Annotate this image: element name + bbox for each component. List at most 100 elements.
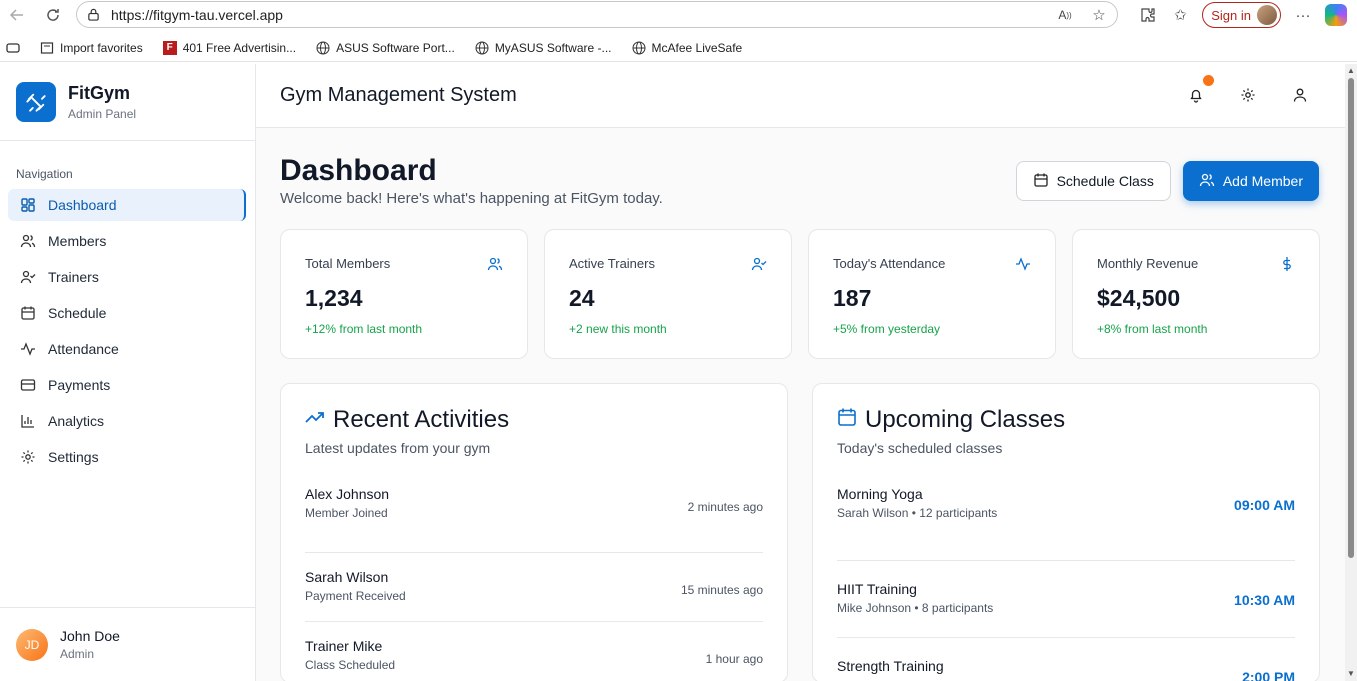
list-item[interactable]: Alex Johnson Member Joined 2 minutes ago	[305, 484, 763, 553]
activity-name: Sarah Wilson	[305, 569, 389, 585]
more-menu-icon[interactable]: ···	[1293, 5, 1313, 25]
activity-time: 2 minutes ago	[687, 500, 763, 514]
dashboard-content: Dashboard Welcome back! Here's what's ha…	[256, 128, 1345, 681]
gear-icon[interactable]	[1239, 86, 1257, 104]
dollar-icon	[1279, 256, 1295, 272]
class-time: 10:30 AM	[1234, 592, 1295, 608]
sidebar-item-schedule[interactable]: Schedule	[8, 297, 246, 329]
lock-icon	[87, 8, 101, 22]
stat-value: $24,500	[1097, 285, 1181, 311]
sidebar: FitGym Admin Panel Navigation Dashboard …	[0, 64, 256, 681]
class-item[interactable]: Strength Training 2:00 PM	[837, 638, 1295, 681]
stat-change: +12% from last month	[305, 322, 423, 336]
favorites-icon[interactable]: ✩	[1170, 5, 1190, 25]
calendar-icon	[1033, 172, 1049, 191]
refresh-icon[interactable]	[38, 1, 68, 29]
scroll-up-arrow-icon[interactable]: ▲	[1346, 66, 1356, 76]
users-icon	[487, 256, 503, 272]
sidebar-item-dashboard[interactable]: Dashboard	[8, 189, 246, 221]
panel-subtitle: Latest updates from your gym	[305, 440, 491, 456]
list-item[interactable]: Sarah Wilson Payment Received 15 minutes…	[305, 553, 763, 622]
bookmark-label: Import favorites	[60, 40, 143, 55]
class-item[interactable]: HIIT Training Mike Johnson • 8 participa…	[837, 561, 1295, 638]
class-item[interactable]: Morning Yoga Sarah Wilson • 12 participa…	[837, 484, 1295, 561]
list-item[interactable]: Trainer Mike Class Scheduled 1 hour ago	[305, 622, 763, 681]
tab-icon[interactable]	[6, 41, 20, 55]
sidebar-item-members[interactable]: Members	[8, 225, 246, 257]
bookmark-label: MyASUS Software -...	[494, 40, 612, 55]
sidebar-item-label: Payments	[48, 377, 111, 393]
read-aloud-icon[interactable]: A))	[1055, 5, 1075, 25]
gear-icon	[20, 449, 36, 465]
bookmark-myasus[interactable]: MyASUS Software -...	[475, 41, 612, 55]
favorite-star-icon[interactable]: ☆	[1089, 5, 1109, 25]
stat-label: Today's Attendance	[833, 256, 946, 271]
users-icon	[1199, 172, 1215, 191]
bookmark-label: McAfee LiveSafe	[651, 40, 743, 55]
sidebar-item-label: Members	[48, 233, 107, 249]
stat-card-total-members: Total Members 1,234 +12% from last month	[280, 229, 528, 359]
globe-icon	[475, 41, 489, 55]
scrollbar-thumb[interactable]	[1348, 78, 1354, 558]
class-name: Strength Training	[837, 658, 944, 674]
page-title: Dashboard	[280, 154, 437, 187]
sidebar-item-label: Settings	[48, 449, 99, 465]
bookmark-free-advertising[interactable]: F 401 Free Advertisin...	[162, 40, 296, 55]
user-icon[interactable]	[1291, 86, 1309, 104]
sign-in-button[interactable]: Sign in	[1202, 2, 1281, 28]
grid-icon	[20, 197, 36, 213]
user-check-icon	[20, 269, 36, 285]
scroll-down-arrow-icon[interactable]: ▼	[1346, 669, 1356, 679]
avatar: JD	[16, 628, 48, 661]
sign-in-label: Sign in	[1211, 7, 1251, 23]
calendar-icon	[837, 406, 857, 434]
sidebar-item-settings[interactable]: Settings	[8, 441, 246, 473]
panel-title: Recent Activities	[333, 406, 510, 433]
sidebar-item-trainers[interactable]: Trainers	[8, 261, 246, 293]
user-role: Admin	[60, 647, 95, 661]
browser-toolbar: https://fitgym-tau.vercel.app A)) ☆ ✩ Si…	[0, 0, 1357, 30]
sidebar-item-payments[interactable]: Payments	[8, 369, 246, 401]
url-text: https://fitgym-tau.vercel.app	[111, 6, 283, 23]
schedule-class-button[interactable]: Schedule Class	[1015, 161, 1171, 201]
stat-value: 24	[569, 285, 595, 311]
profile-avatar	[1257, 5, 1277, 25]
user-profile[interactable]: JD John Doe Admin	[0, 607, 255, 681]
activity-time: 1 hour ago	[705, 652, 763, 666]
upcoming-classes-panel: Upcoming Classes Today's scheduled class…	[812, 383, 1320, 681]
schedule-class-label: Schedule Class	[1056, 173, 1154, 189]
class-time: 09:00 AM	[1234, 497, 1295, 513]
bookmark-asus-software[interactable]: ASUS Software Port...	[316, 41, 455, 55]
credit-card-icon	[20, 377, 36, 393]
panel-title: Upcoming Classes	[865, 406, 1066, 433]
class-detail: Sarah Wilson • 12 participants	[837, 506, 998, 520]
activity-name: Alex Johnson	[305, 486, 390, 502]
sidebar-item-label: Dashboard	[48, 197, 117, 213]
activity-time: 15 minutes ago	[680, 583, 763, 597]
sidebar-item-analytics[interactable]: Analytics	[8, 405, 246, 437]
stat-value: 187	[833, 285, 872, 311]
bar-chart-icon	[20, 413, 36, 429]
nav-section-title: Navigation	[16, 167, 73, 181]
copilot-icon[interactable]	[1325, 4, 1347, 26]
stat-label: Total Members	[305, 256, 391, 271]
bookmark-mcafee[interactable]: McAfee LiveSafe	[632, 40, 743, 55]
bookmark-import-favorites[interactable]: Import favorites	[40, 41, 143, 55]
bell-icon[interactable]	[1187, 75, 1214, 104]
sidebar-item-attendance[interactable]: Attendance	[8, 333, 246, 365]
sidebar-item-label: Schedule	[48, 305, 107, 321]
back-icon[interactable]	[2, 1, 32, 29]
bookmarks-bar: Import favorites F 401 Free Advertisin..…	[0, 34, 1357, 62]
class-detail: Mike Johnson • 8 participants	[837, 601, 994, 615]
calendar-icon	[20, 305, 36, 321]
brand-subtitle: Admin Panel	[68, 107, 137, 121]
brand-name: FitGym	[68, 83, 131, 103]
extensions-icon[interactable]	[1138, 5, 1158, 25]
add-member-button[interactable]: Add Member	[1182, 161, 1319, 201]
bookmark-label: ASUS Software Port...	[336, 40, 455, 55]
page-scrollbar[interactable]: ▲ ▼	[1345, 64, 1357, 681]
sidebar-item-label: Trainers	[48, 269, 99, 285]
activity-action: Class Scheduled	[305, 658, 396, 672]
panel-subtitle: Today's scheduled classes	[837, 440, 1003, 456]
address-bar[interactable]: https://fitgym-tau.vercel.app A)) ☆	[76, 1, 1118, 28]
